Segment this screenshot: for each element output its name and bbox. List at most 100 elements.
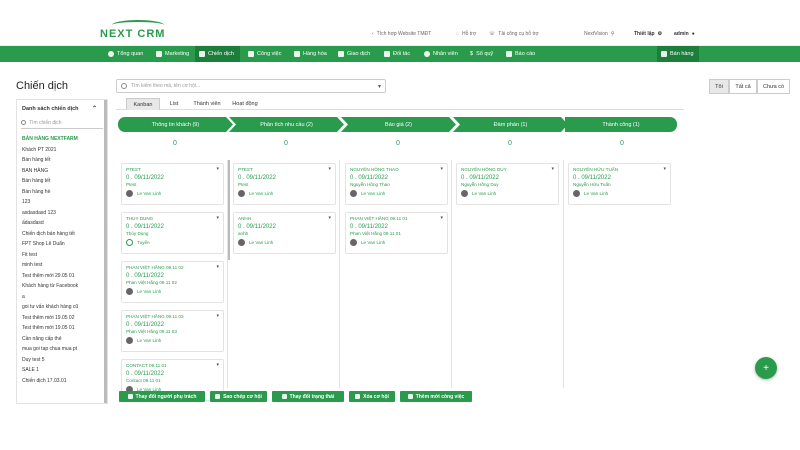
user-menu[interactable]: admin ● bbox=[674, 31, 695, 37]
sidebar-item[interactable]: Khách hàng từ Facebook bbox=[17, 281, 107, 292]
chevron-down-icon[interactable]: ▾ bbox=[328, 215, 331, 221]
opportunity-value: 0 . 09/11/2022 bbox=[461, 175, 499, 181]
opportunity-name[interactable]: ANHH bbox=[238, 216, 331, 221]
nav-doi-tac[interactable]: Đối tác bbox=[380, 46, 414, 62]
opportunity-card[interactable]: THỦY DUNG ▾ 0 . 09/11/2022 Thủy Dung Tuyển bbox=[121, 212, 224, 254]
support-link[interactable]: ◌ Hỗ trợ bbox=[456, 31, 476, 37]
settings-link[interactable]: Thiết lập ⚙ bbox=[634, 31, 662, 37]
chevron-down-icon[interactable]: ▾ bbox=[216, 313, 219, 319]
chevron-down-icon[interactable]: ▾ bbox=[328, 166, 331, 172]
copy-opportunity-button[interactable]: Sao chép cơ hội bbox=[210, 391, 267, 402]
opportunity-name[interactable]: NGUYỄN HỒNG THAO bbox=[350, 167, 443, 172]
nav-chien-dich[interactable]: Chiến dịch bbox=[195, 46, 240, 62]
opportunity-name[interactable]: PTEST bbox=[126, 167, 219, 172]
nav-marketing[interactable]: Marketing bbox=[152, 46, 193, 62]
opportunity-card[interactable]: ANHH ▾ 0 . 09/11/2022 anhh Le Van Linh bbox=[233, 212, 336, 254]
nav-tong-quan[interactable]: Tổng quan bbox=[104, 46, 147, 62]
sidebar-item[interactable]: Fit test bbox=[17, 250, 107, 261]
stage-header[interactable]: Thông tin khách (9) bbox=[118, 117, 233, 132]
sidebar-item[interactable]: Duy test 5 bbox=[17, 355, 107, 366]
chevron-down-icon[interactable]: ▾ bbox=[378, 83, 381, 90]
column-scrollbar[interactable] bbox=[228, 160, 230, 260]
change-owner-button[interactable]: Thay đổi người phụ trách bbox=[119, 391, 205, 402]
website-integration-link[interactable]: ‹ Tích hợp Website TMĐT bbox=[372, 31, 431, 37]
sidebar-item[interactable]: mua goi tap chua mua pt bbox=[17, 344, 107, 355]
tab-list[interactable]: List bbox=[164, 98, 184, 110]
sidebar-item[interactable]: Test thêm mới 29.05 01 bbox=[17, 271, 107, 282]
add-task-button[interactable]: Thêm mới công việc bbox=[400, 391, 472, 402]
tab-kanban[interactable]: Kanban bbox=[126, 98, 160, 110]
tab-members[interactable]: Thành viên bbox=[190, 98, 224, 110]
opportunity-card[interactable]: PHAN VIỆT HẰNG 09.11 03 ▾ 0 . 09/11/2022 Ph… bbox=[121, 310, 224, 352]
sidebar-item[interactable]: Test thêm mới 19.05 01 bbox=[17, 323, 107, 334]
campaign-search-input[interactable]: Tìm chiến dịch bbox=[21, 118, 103, 129]
opportunity-card[interactable]: PHAN VIỆT HẰNG 09.11 01 ▾ 0 . 09/11/2022 Ph… bbox=[345, 212, 448, 254]
opportunity-card[interactable]: PTEST ▾ 0 . 09/11/2022 Ptest Le Van Linh bbox=[121, 163, 224, 205]
filter-none[interactable]: Chưa có bbox=[757, 79, 790, 94]
download-tools-link[interactable]: ☏ Tải công cụ hỗ trợ bbox=[489, 31, 539, 37]
tab-activity[interactable]: Hoạt động bbox=[228, 98, 262, 110]
org-selector[interactable]: NextVision ⚲ bbox=[584, 31, 614, 37]
nav-bao-cao[interactable]: Báo cáo bbox=[502, 46, 539, 62]
sidebar-item[interactable]: SALE 1 bbox=[17, 365, 107, 376]
sidebar-item[interactable]: Khách PT 2021 bbox=[17, 145, 107, 156]
sidebar-item[interactable]: BÁN HÀNG NEXTFARM bbox=[17, 134, 107, 145]
opportunity-name[interactable]: THỦY DUNG bbox=[126, 216, 219, 221]
nav-so-quy[interactable]: $ Sổ quỹ bbox=[466, 46, 497, 62]
opportunity-name[interactable]: NGUYỄN HỮU TUẤN bbox=[573, 167, 666, 172]
nav-hang-hoa[interactable]: Hàng hóa bbox=[290, 46, 331, 62]
nav-giao-dich[interactable]: Giao dịch bbox=[334, 46, 374, 62]
sidebar-item[interactable]: Bán hàng tết bbox=[17, 155, 107, 166]
chevron-up-icon[interactable]: ⌃ bbox=[92, 105, 97, 112]
opportunity-name[interactable]: NGUYỄN HỒNG DUY bbox=[461, 167, 554, 172]
opportunity-name[interactable]: PHAN VIỆT HẰNG 09.11 02 bbox=[126, 265, 219, 270]
sidebar-item[interactable]: Cần nâng cấp thẻ bbox=[17, 334, 107, 345]
chevron-down-icon[interactable]: ▾ bbox=[440, 166, 443, 172]
nav-ban-hang[interactable]: Bán hàng bbox=[657, 46, 699, 62]
sidebar-item[interactable]: FPT Shop Lê Duẩn bbox=[17, 239, 107, 250]
nav-nhan-vien[interactable]: Nhân viên bbox=[420, 46, 462, 62]
opportunity-card[interactable]: NGUYỄN HỒNG DUY ▾ 0 . 09/11/2022 Nguyễn Hồn… bbox=[456, 163, 559, 205]
opportunity-card[interactable]: PHAN VIỆT HẰNG 09.11 02 ▾ 0 . 09/11/2022 Ph… bbox=[121, 261, 224, 303]
delete-opportunity-button[interactable]: Xóa cơ hội bbox=[349, 391, 395, 402]
filter-all[interactable]: Tất cả bbox=[729, 79, 757, 94]
filter-me[interactable]: Tôi bbox=[709, 79, 729, 94]
sidebar-item[interactable]: minh test bbox=[17, 260, 107, 271]
sidebar-item[interactable]: 123 bbox=[17, 197, 107, 208]
brand-logo[interactable]: NEXT CRM bbox=[100, 20, 165, 40]
sidebar-item[interactable]: goi tư vấn khách hàng cũ bbox=[17, 302, 107, 313]
stage-header[interactable]: Thành công (1) bbox=[565, 117, 677, 132]
opportunity-name[interactable]: PHAN VIỆT HẰNG 09.11 01 bbox=[350, 216, 443, 221]
sidebar-scrollbar[interactable] bbox=[104, 100, 107, 403]
opportunity-name[interactable]: PHAN VIỆT HẰNG 09.11 03 bbox=[126, 314, 219, 319]
sidebar-item[interactable]: BAN HÀNG bbox=[17, 166, 107, 177]
sidebar-item[interactable]: Chiến dịch 17.03.01 bbox=[17, 376, 107, 387]
opportunity-card[interactable]: NGUYỄN HỮU TUẤN ▾ 0 . 09/11/2022 Nguyễn Hữu… bbox=[568, 163, 671, 205]
stage-header[interactable]: Báo giá (2) bbox=[341, 117, 456, 132]
stage-header[interactable]: Đàm phán (1) bbox=[453, 117, 568, 132]
sidebar-item[interactable]: Test thêm mới 19.05 02 bbox=[17, 313, 107, 324]
sidebar-item[interactable]: asdasdasd 123 bbox=[17, 208, 107, 219]
megaphone-icon bbox=[156, 51, 162, 57]
chevron-down-icon[interactable]: ▾ bbox=[440, 215, 443, 221]
chevron-down-icon[interactable]: ▾ bbox=[216, 264, 219, 270]
sidebar-item[interactable]: a bbox=[17, 292, 107, 303]
sidebar-item[interactable]: Bán hàng tết bbox=[17, 176, 107, 187]
opportunity-name[interactable]: CONTACT 09.11 01 bbox=[126, 363, 219, 368]
opportunity-name[interactable]: PTEST bbox=[238, 167, 331, 172]
chevron-down-icon[interactable]: ▾ bbox=[216, 215, 219, 221]
chevron-down-icon[interactable]: ▾ bbox=[216, 166, 219, 172]
stage-header[interactable]: Phân tích nhu cầu (2) bbox=[229, 117, 344, 132]
sidebar-item[interactable]: Chiến dịch bán hàng tết bbox=[17, 229, 107, 240]
sidebar-item[interactable]: ấdasdasd bbox=[17, 218, 107, 229]
chevron-down-icon[interactable]: ▾ bbox=[663, 166, 666, 172]
sidebar-item[interactable]: Bán hàng hè bbox=[17, 187, 107, 198]
change-status-button[interactable]: Thay đổi trạng thái bbox=[272, 391, 344, 402]
chevron-down-icon[interactable]: ▾ bbox=[216, 362, 219, 368]
opportunity-card[interactable]: PTEST ▾ 0 . 09/11/2022 Ptest Le Van Linh bbox=[233, 163, 336, 205]
opportunity-card[interactable]: NGUYỄN HỒNG THAO ▾ 0 . 09/11/2022 Nguyễn Hồ… bbox=[345, 163, 448, 205]
search-input[interactable]: Tìm kiếm theo mã, tên cơ hội... ▾ bbox=[116, 79, 386, 93]
add-fab-button[interactable]: + bbox=[755, 357, 777, 379]
nav-cong-viec[interactable]: Công việc bbox=[244, 46, 285, 62]
chevron-down-icon[interactable]: ▾ bbox=[551, 166, 554, 172]
